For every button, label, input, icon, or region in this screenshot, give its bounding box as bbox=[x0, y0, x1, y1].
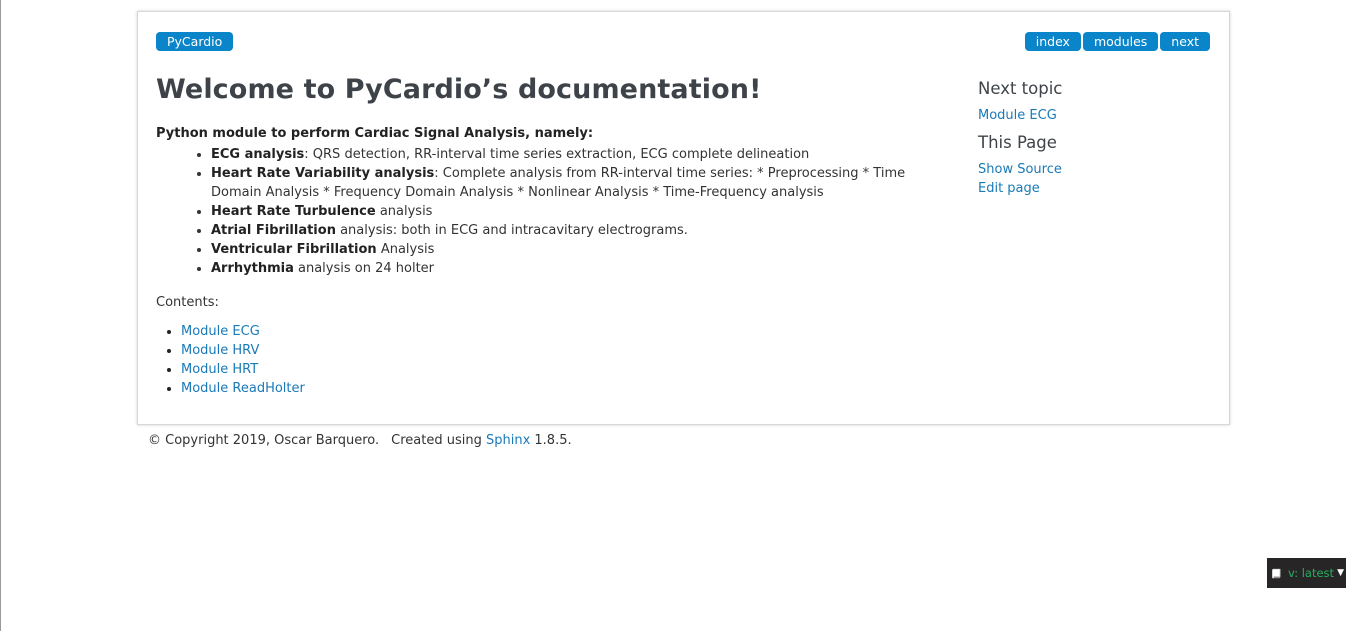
feature-name: Ventricular Fibrillation bbox=[211, 242, 377, 257]
feature-description: : QRS detection, RR-interval time series… bbox=[304, 147, 810, 162]
intro-text: Python module to perform Cardiac Signal … bbox=[156, 126, 594, 141]
contents-label: Contents: bbox=[156, 295, 219, 310]
book-icon bbox=[1272, 568, 1281, 579]
list-item: ECG analysis: QRS detection, RR-interval… bbox=[211, 145, 946, 164]
nav-modules-button[interactable]: modules bbox=[1082, 32, 1159, 51]
next-topic-item: Module ECG bbox=[978, 106, 1208, 125]
toc-item: Module HRT bbox=[181, 360, 946, 379]
edit-page-link[interactable]: Edit page bbox=[978, 181, 1040, 196]
toc-item: Module ReadHolter bbox=[181, 379, 946, 398]
related-nav: index modules next bbox=[1024, 32, 1210, 51]
next-topic-heading: Next topic bbox=[978, 79, 1063, 98]
version-selector[interactable]: v: latest ▼ bbox=[1267, 558, 1346, 588]
toc-list: Module ECG Module HRV Module HRT Module … bbox=[156, 322, 946, 398]
toc-link-module-hrt[interactable]: Module HRT bbox=[181, 362, 258, 377]
this-page-heading: This Page bbox=[978, 133, 1057, 152]
feature-description: analysis bbox=[375, 204, 433, 219]
feature-name: ECG analysis bbox=[211, 147, 305, 162]
sphinx-version-text: 1.8.5. bbox=[530, 433, 572, 448]
brand-button[interactable]: PyCardio bbox=[156, 32, 234, 51]
next-topic-link[interactable]: Module ECG bbox=[978, 108, 1057, 123]
list-item: Atrial Fibrillation analysis: both in EC… bbox=[211, 221, 946, 240]
list-item: Arrhythmia analysis on 24 holter bbox=[211, 259, 946, 278]
feature-description: analysis: both in ECG and intracavitary … bbox=[335, 223, 688, 238]
main-content: Welcome to PyCardio’s documentation! Pyt… bbox=[156, 70, 946, 398]
toc-item: Module ECG bbox=[181, 322, 946, 341]
sphinx-link[interactable]: Sphinx bbox=[486, 433, 530, 448]
feature-list: ECG analysis: QRS detection, RR-interval… bbox=[156, 145, 946, 278]
feature-name: Arrhythmia bbox=[211, 261, 294, 276]
version-label: v: latest bbox=[1288, 566, 1335, 580]
document-panel: PyCardio index modules next Welcome to P… bbox=[137, 11, 1230, 425]
caret-down-icon: ▼ bbox=[1337, 568, 1344, 578]
toc-item: Module HRV bbox=[181, 341, 946, 360]
show-source-link[interactable]: Show Source bbox=[978, 162, 1062, 177]
nav-index-button[interactable]: index bbox=[1024, 32, 1081, 51]
feature-name: Heart Rate Turbulence bbox=[211, 204, 376, 219]
feature-description: Analysis bbox=[376, 242, 435, 257]
created-using-text: Created using bbox=[391, 433, 486, 448]
feature-description: analysis on 24 holter bbox=[293, 261, 435, 276]
toc-link-module-readholter[interactable]: Module ReadHolter bbox=[181, 381, 305, 396]
list-item: Heart Rate Variability analysis: Complet… bbox=[211, 164, 946, 202]
feature-name: Atrial Fibrillation bbox=[211, 223, 336, 238]
edit-page-item: Edit page bbox=[978, 179, 1208, 198]
show-source-item: Show Source bbox=[978, 160, 1208, 179]
toc-link-module-hrv[interactable]: Module HRV bbox=[181, 343, 259, 358]
list-item: Heart Rate Turbulence analysis bbox=[211, 202, 946, 221]
footer: © Copyright 2019, Oscar Barquero. Created… bbox=[148, 431, 572, 450]
copyright-text: © Copyright 2019, Oscar Barquero. bbox=[148, 433, 380, 448]
feature-name: Heart Rate Variability analysis bbox=[211, 166, 435, 181]
list-item: Ventricular Fibrillation Analysis bbox=[211, 240, 946, 259]
toc-link-module-ecg[interactable]: Module ECG bbox=[181, 324, 260, 339]
page-title: Welcome to PyCardio’s documentation! bbox=[156, 74, 762, 105]
sidebar: Next topic Module ECG This Page Show Sou… bbox=[978, 78, 1208, 198]
nav-next-button[interactable]: next bbox=[1160, 32, 1210, 51]
